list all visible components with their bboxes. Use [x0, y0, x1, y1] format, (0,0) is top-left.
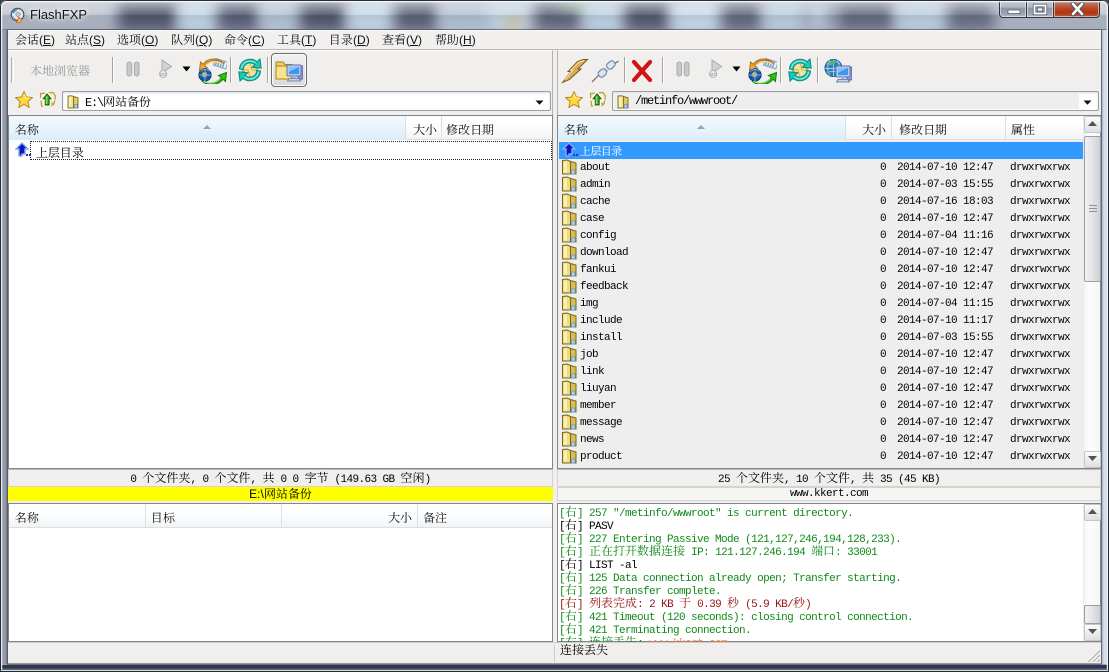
svg-text:GO: GO	[160, 72, 168, 77]
